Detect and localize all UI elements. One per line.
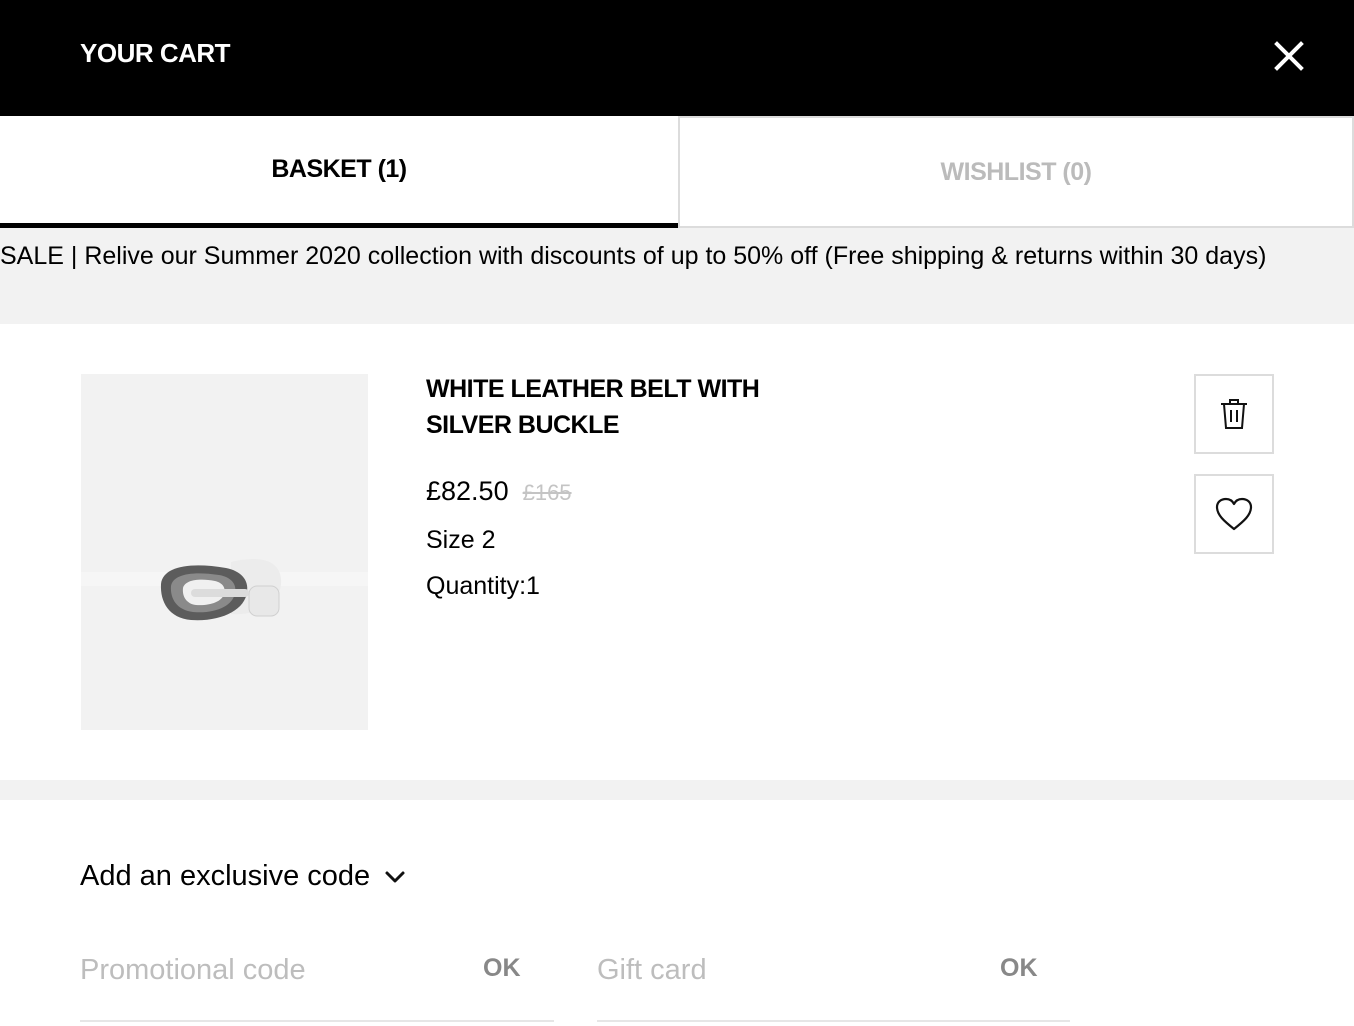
promo-code-field: OK [80,940,554,1022]
exclusive-code-toggle[interactable]: Add an exclusive code [80,860,406,893]
delete-item-button[interactable] [1194,374,1274,454]
item-size: Size 2 [426,526,496,554]
sale-banner: SALE | Relive our Summer 2020 collection… [0,228,1354,324]
item-name[interactable]: WHITE LEATHER BELT WITH SILVER BUCKLE [426,371,826,443]
promo-ok-button[interactable]: OK [483,954,521,983]
tab-wishlist[interactable]: WISHLIST (0) [678,116,1354,228]
gift-ok-button[interactable]: OK [1000,954,1038,983]
trash-icon [1221,399,1247,429]
price-row: £82.50 £165 [426,476,572,507]
tab-basket[interactable]: BASKET (1) [0,116,678,228]
original-price: £165 [522,480,572,505]
cart-title: YOUR CART [80,38,231,68]
close-icon [1274,41,1304,71]
belt-product-image[interactable] [81,374,368,730]
gift-card-field: OK [597,940,1070,1022]
sale-price: £82.50 [426,476,509,506]
heart-icon [1215,497,1253,531]
close-button[interactable] [1268,36,1310,76]
gift-card-input[interactable] [597,948,977,992]
promo-code-input[interactable] [80,948,460,992]
cart-tabs: BASKET (1) WISHLIST (0) [0,116,1354,228]
add-to-wishlist-button[interactable] [1194,474,1274,554]
chevron-down-icon [385,871,405,882]
item-quantity: Quantity:1 [426,572,540,600]
cart-header: YOUR CART [0,0,1354,116]
exclusive-code-label: Add an exclusive code [80,860,371,892]
section-divider [0,780,1354,800]
